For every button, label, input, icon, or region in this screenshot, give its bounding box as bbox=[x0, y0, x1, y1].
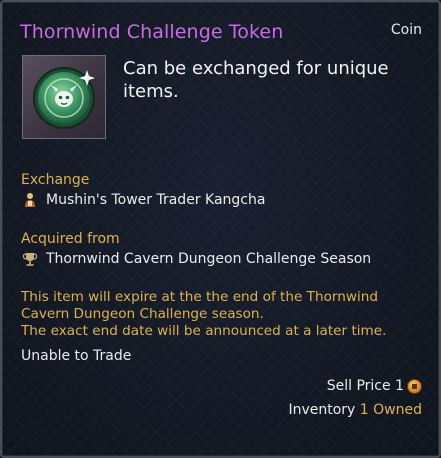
trophy-icon bbox=[22, 251, 38, 267]
item-description: Can be exchanged for unique items. bbox=[123, 58, 389, 102]
exchange-npc: Mushin's Tower Trader Kangcha bbox=[46, 192, 266, 208]
exchange-label: Exchange bbox=[21, 172, 90, 188]
acquired-label: Acquired from bbox=[21, 231, 120, 247]
expiry-line-3: The exact end date will be announced at … bbox=[21, 323, 387, 339]
sell-price: Sell Price 1 bbox=[327, 378, 422, 394]
exchange-row: Mushin's Tower Trader Kangcha bbox=[22, 192, 265, 208]
coin-icon bbox=[407, 378, 422, 394]
item-tooltip: Thornwind Challenge Token Coin Can be ex… bbox=[0, 0, 441, 458]
sell-price-label: Sell Price bbox=[326, 378, 391, 394]
expiry-line-1: This item will expire at the the end of … bbox=[21, 289, 379, 305]
thornwind-token-icon bbox=[22, 55, 106, 139]
acquired-row: Thornwind Cavern Dungeon Challenge Seaso… bbox=[22, 251, 371, 267]
inventory-count: Inventory 1 Owned bbox=[288, 402, 422, 418]
inventory-label: Inventory bbox=[288, 402, 356, 418]
sell-price-value: 1 bbox=[395, 378, 404, 394]
acquired-source: Thornwind Cavern Dungeon Challenge Seaso… bbox=[46, 251, 372, 267]
item-category: Coin bbox=[390, 22, 422, 38]
expiry-notice: This item will expire at the the end of … bbox=[21, 289, 431, 340]
trade-status: Unable to Trade bbox=[21, 348, 132, 364]
inventory-owned: 1 Owned bbox=[359, 402, 422, 418]
merchant-icon bbox=[22, 192, 38, 208]
expiry-line-2: Cavern Dungeon Challenge season. bbox=[21, 306, 264, 322]
item-name: Thornwind Challenge Token bbox=[20, 21, 284, 43]
